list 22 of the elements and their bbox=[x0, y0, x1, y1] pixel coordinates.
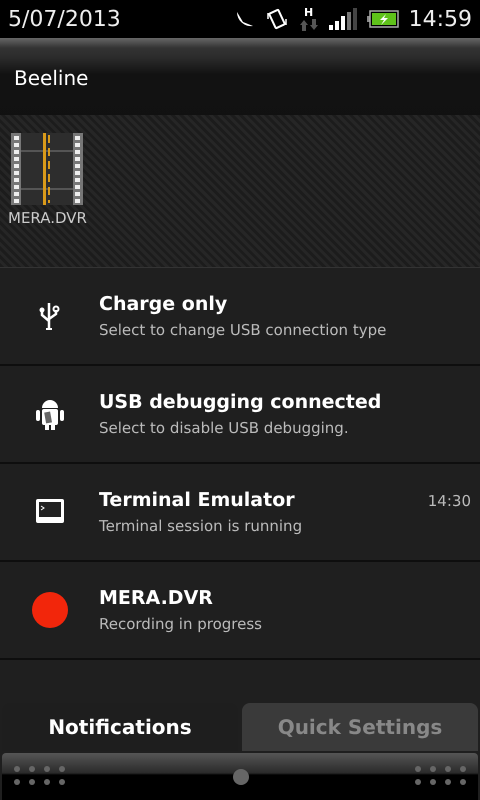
record-icon bbox=[32, 592, 68, 628]
notification-text: Recording in progress bbox=[99, 615, 262, 633]
notification-title[interactable]: USB debugging connected bbox=[99, 391, 382, 413]
vibrate-icon bbox=[264, 8, 289, 30]
notification-text: Select to disable USB debugging. bbox=[99, 419, 349, 437]
notification-text: Select to change USB connection type bbox=[99, 321, 386, 339]
carrier-name: Beeline bbox=[14, 65, 88, 90]
film-strip-icon[interactable] bbox=[11, 133, 84, 205]
usb-icon bbox=[38, 301, 60, 331]
status-date: 5/07/2013 bbox=[8, 6, 122, 32]
drag-handle[interactable] bbox=[2, 753, 478, 800]
terminal-icon bbox=[34, 498, 64, 526]
android-debug-icon bbox=[34, 397, 64, 431]
notification-title[interactable]: MERA.DVR bbox=[99, 587, 213, 609]
notification-title[interactable]: Charge only bbox=[99, 293, 228, 315]
battery-charging-icon bbox=[366, 10, 399, 28]
status-time: 14:59 bbox=[408, 6, 472, 32]
app-label: MERA.DVR bbox=[8, 209, 87, 227]
signal-icon bbox=[328, 8, 357, 30]
notification-text: Terminal session is running bbox=[99, 517, 302, 535]
notification-title[interactable]: Terminal Emulator bbox=[99, 489, 295, 511]
notification-time: 14:30 bbox=[428, 492, 471, 510]
